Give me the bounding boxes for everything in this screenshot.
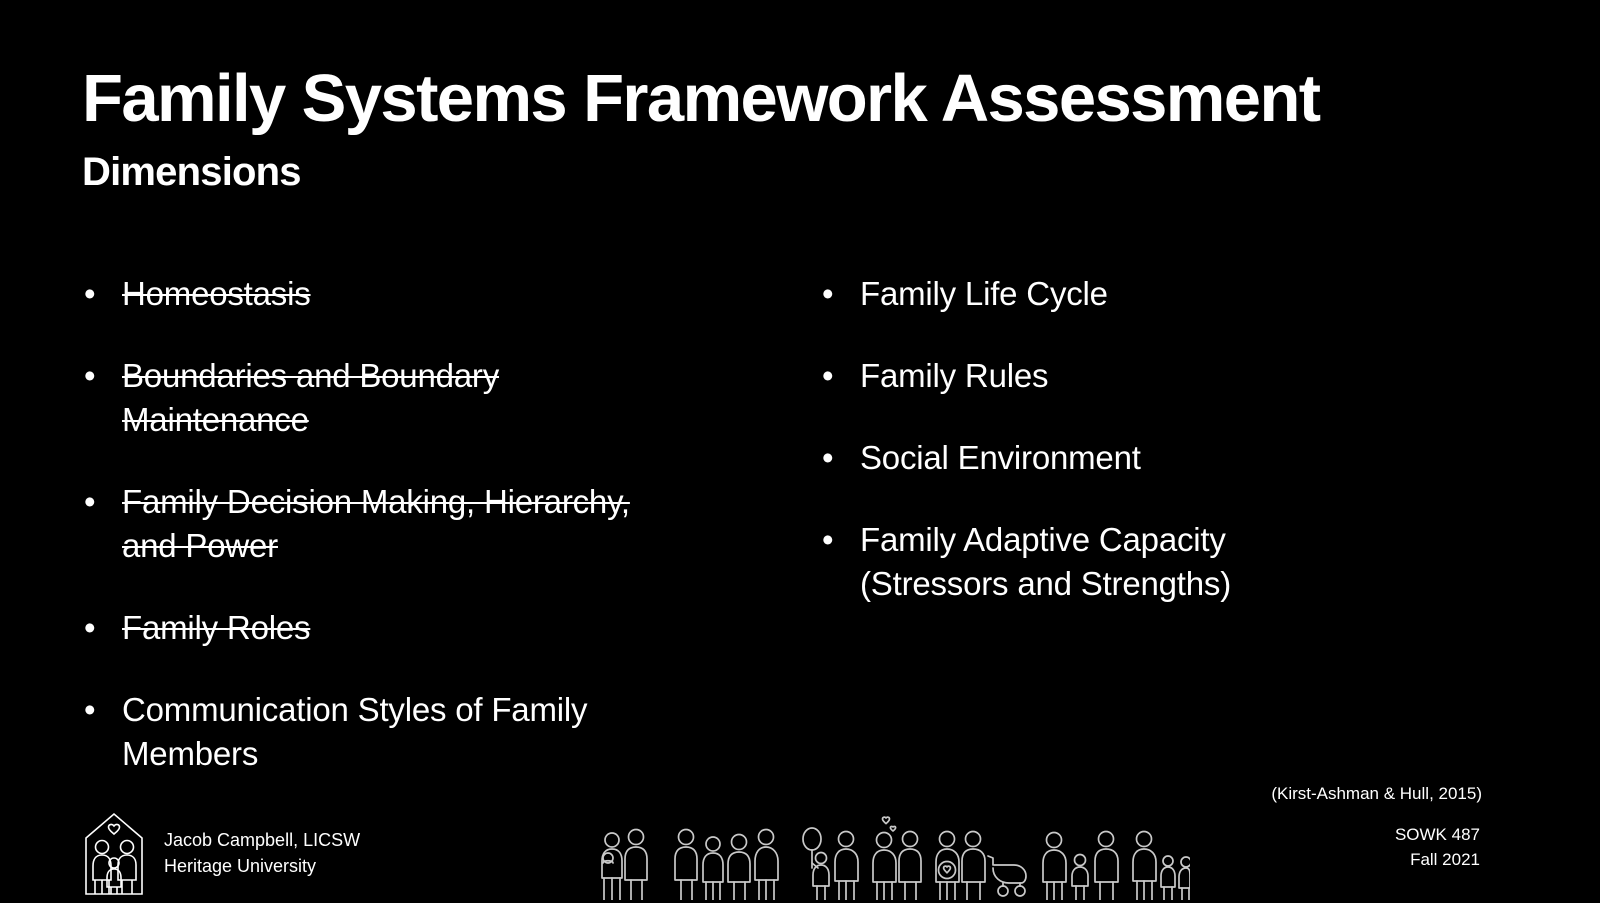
- author-affiliation: Heritage University: [164, 856, 317, 876]
- course-code: SOWK 487: [1394, 825, 1480, 844]
- list-item: • Family Roles: [82, 606, 782, 650]
- list-item: • Social Environment: [820, 436, 1520, 480]
- bullet-dot-icon: •: [84, 691, 96, 728]
- slide-canvas: Family Systems Framework Assessment Dime…: [0, 0, 1600, 900]
- list-item: • Family Rules: [820, 354, 1520, 398]
- author-text: Jacob Campbell, LICSW Heritage Universit…: [164, 827, 360, 879]
- page-title: Family Systems Framework Assessment: [82, 61, 1321, 136]
- bullet-column-right: • Family Life Cycle • Family Rules • Soc…: [820, 272, 1520, 644]
- author-block: Jacob Campbell, LICSW Heritage Universit…: [82, 808, 360, 898]
- course-term: Fall 2021: [1410, 850, 1480, 869]
- list-item: • Communication Styles of Family Members: [82, 688, 782, 776]
- list-item-label: Family Roles: [122, 609, 311, 646]
- list-item-label: Boundaries and Boundary Maintenance: [122, 357, 500, 438]
- list-item-label: Family Adaptive Capacity (Stressors and …: [860, 521, 1231, 602]
- bullet-dot-icon: •: [822, 521, 834, 558]
- list-item-label: Social Environment: [860, 439, 1141, 476]
- family-house-logo-icon: [82, 808, 146, 898]
- list-item-label: Homeostasis: [122, 275, 311, 312]
- list-item: • Boundaries and Boundary Maintenance: [82, 354, 782, 442]
- bullet-dot-icon: •: [84, 357, 96, 394]
- bullet-dot-icon: •: [84, 275, 96, 312]
- list-item: • Homeostasis: [82, 272, 782, 316]
- list-item-label: Family Rules: [860, 357, 1049, 394]
- bullet-column-left: • Homeostasis • Boundaries and Boundary …: [82, 272, 782, 814]
- bullet-dot-icon: •: [822, 275, 834, 312]
- list-item-label: Family Decision Making, Hierarchy, and P…: [122, 483, 630, 564]
- family-figures-pictogram-icon: [590, 806, 1190, 900]
- citation-text: (Kirst-Ashman & Hull, 2015): [1271, 784, 1482, 803]
- page-subtitle: Dimensions: [82, 150, 302, 194]
- author-name: Jacob Campbell, LICSW: [164, 830, 361, 850]
- list-item: • Family Adaptive Capacity (Stressors an…: [820, 518, 1520, 606]
- list-item-label: Communication Styles of Family Members: [122, 691, 588, 772]
- bullet-dot-icon: •: [84, 609, 96, 646]
- course-info: SOWK 487 Fall 2021: [1395, 822, 1480, 872]
- list-item: • Family Life Cycle: [820, 272, 1520, 316]
- list-item: • Family Decision Making, Hierarchy, and…: [82, 480, 782, 568]
- bullet-dot-icon: •: [84, 483, 96, 520]
- list-item-label: Family Life Cycle: [860, 275, 1108, 312]
- bullet-dot-icon: •: [822, 357, 834, 394]
- bullet-dot-icon: •: [822, 439, 834, 476]
